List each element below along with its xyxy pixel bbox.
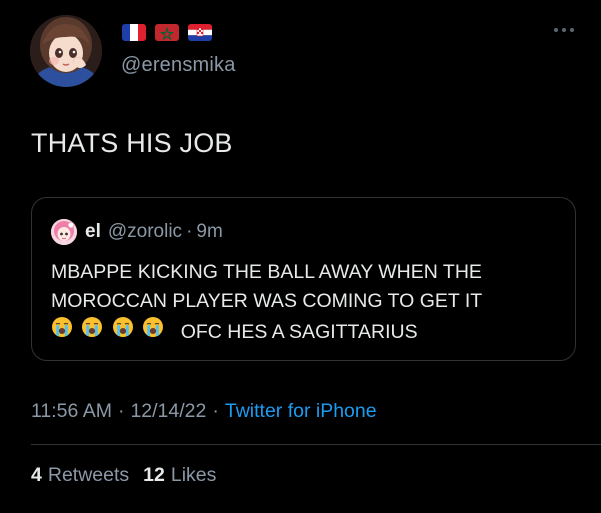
quoted-timestamp: 9m <box>196 221 223 242</box>
tweet-metadata: 11:56 AM · 12/14/22 · Twitter for iPhone <box>31 400 377 423</box>
croatia-flag-icon <box>188 24 212 41</box>
retweets-count[interactable]: 4 <box>31 464 42 487</box>
tweet-date[interactable]: 12/14/22 <box>130 400 206 423</box>
morocco-flag-icon <box>155 24 179 41</box>
tweet-detail: @erensmika THATS HIS JOB el @zorolic · 9… <box>0 0 601 513</box>
quoted-author-name: el <box>85 221 101 242</box>
quoted-tweet-text: MBAPPE KICKING THE BALL AWAY WHEN THE MO… <box>51 258 566 347</box>
quoted-text-line: MBAPPE KICKING THE BALL AWAY WHEN THE <box>51 261 482 283</box>
loudly-crying-face-icon <box>82 317 103 337</box>
more-options-icon[interactable] <box>553 24 575 36</box>
author-avatar[interactable] <box>30 15 102 87</box>
meta-separator: · <box>212 400 219 422</box>
avatar-image <box>30 15 102 87</box>
quoted-tweet[interactable]: el @zorolic · 9m MBAPPE KICKING THE BALL… <box>31 197 576 361</box>
quoted-avatar-image <box>51 219 77 245</box>
tweet-stats: 4 Retweets 12 Likes <box>31 464 230 487</box>
quoted-separator: · <box>186 221 193 242</box>
likes-label[interactable]: Likes <box>171 464 217 487</box>
loudly-crying-face-icon <box>112 317 133 337</box>
retweets-label[interactable]: Retweets <box>48 464 129 487</box>
author-handle[interactable]: @erensmika <box>121 54 236 77</box>
quoted-tweet-header: el @zorolic · 9m <box>51 219 223 245</box>
author-display-name[interactable] <box>122 24 212 41</box>
tweet-source-link[interactable]: Twitter for iPhone <box>225 400 377 423</box>
france-flag-icon <box>122 24 146 41</box>
meta-separator: · <box>117 400 125 422</box>
tweet-text: THATS HIS JOB <box>31 128 233 158</box>
quoted-text-end: OFC HES A SAGITTARIUS <box>180 321 418 343</box>
loudly-crying-face-icon <box>52 317 72 337</box>
tweet-time[interactable]: 11:56 AM <box>31 400 112 423</box>
quoted-text-line: MOROCCAN PLAYER WAS COMING TO GET IT <box>51 290 483 312</box>
loudly-crying-face-icon <box>143 317 164 337</box>
quoted-author-avatar <box>51 219 77 245</box>
divider <box>31 444 601 445</box>
quoted-text-line: OFC HES A SAGITTARIUS <box>51 316 566 347</box>
likes-count[interactable]: 12 <box>143 464 165 487</box>
quoted-author-handle: @zorolic <box>107 221 183 242</box>
